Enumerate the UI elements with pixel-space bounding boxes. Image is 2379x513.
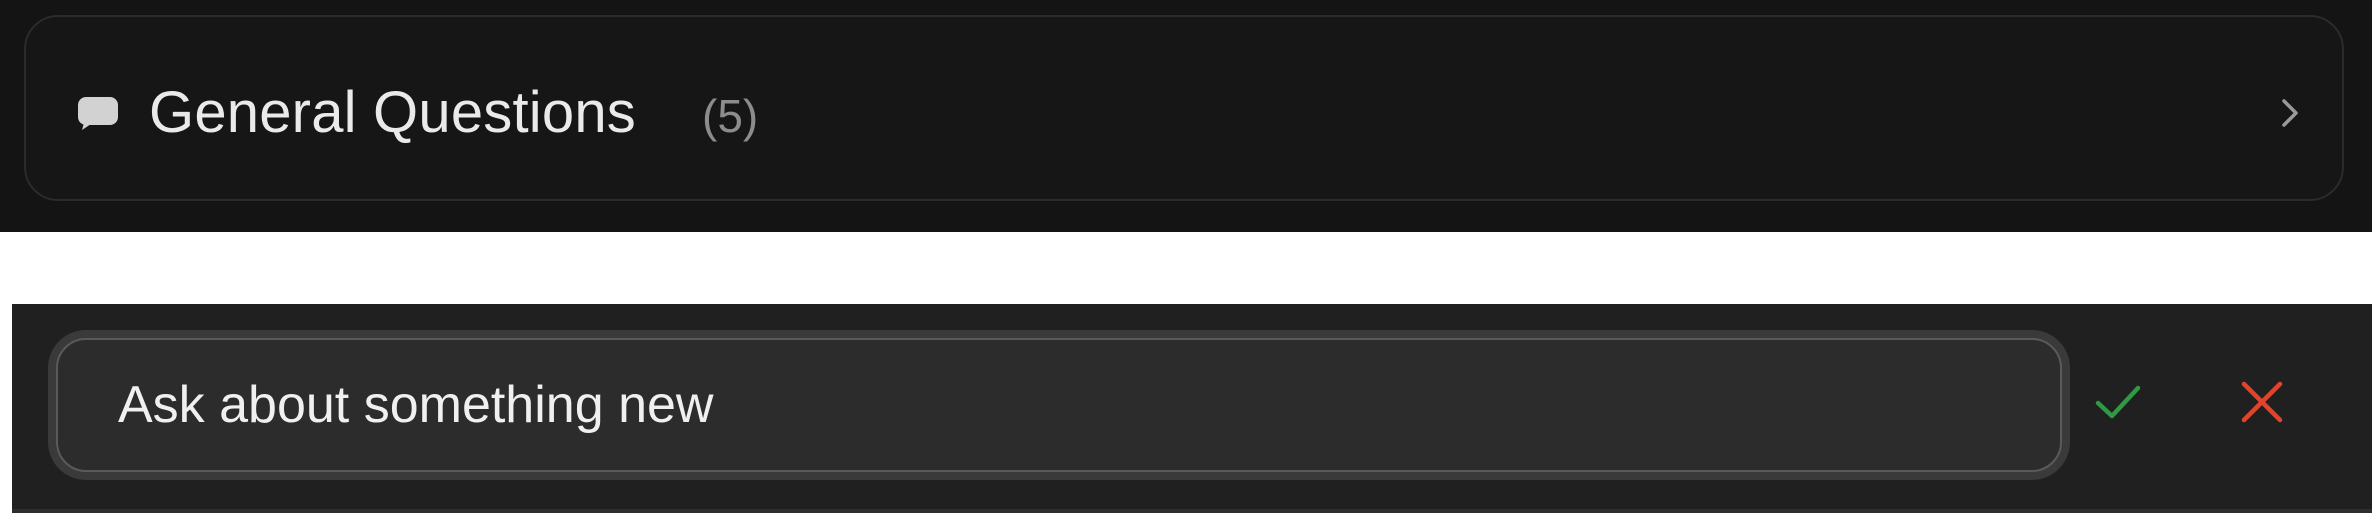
- check-icon[interactable]: [2086, 370, 2150, 434]
- category-count: (5): [702, 90, 759, 142]
- question-input-wrapper: [48, 330, 2070, 480]
- close-icon[interactable]: [2230, 370, 2294, 434]
- category-row-general-questions[interactable]: General Questions (5): [24, 15, 2344, 201]
- new-question-panel: [12, 304, 2372, 513]
- category-panel: General Questions (5): [0, 0, 2372, 232]
- category-title: General Questions: [149, 80, 636, 145]
- chat-bubble-icon: [78, 97, 118, 130]
- chevron-right-icon[interactable]: [2270, 93, 2310, 133]
- question-input[interactable]: [56, 338, 2062, 472]
- panel-divider: [12, 509, 2372, 513]
